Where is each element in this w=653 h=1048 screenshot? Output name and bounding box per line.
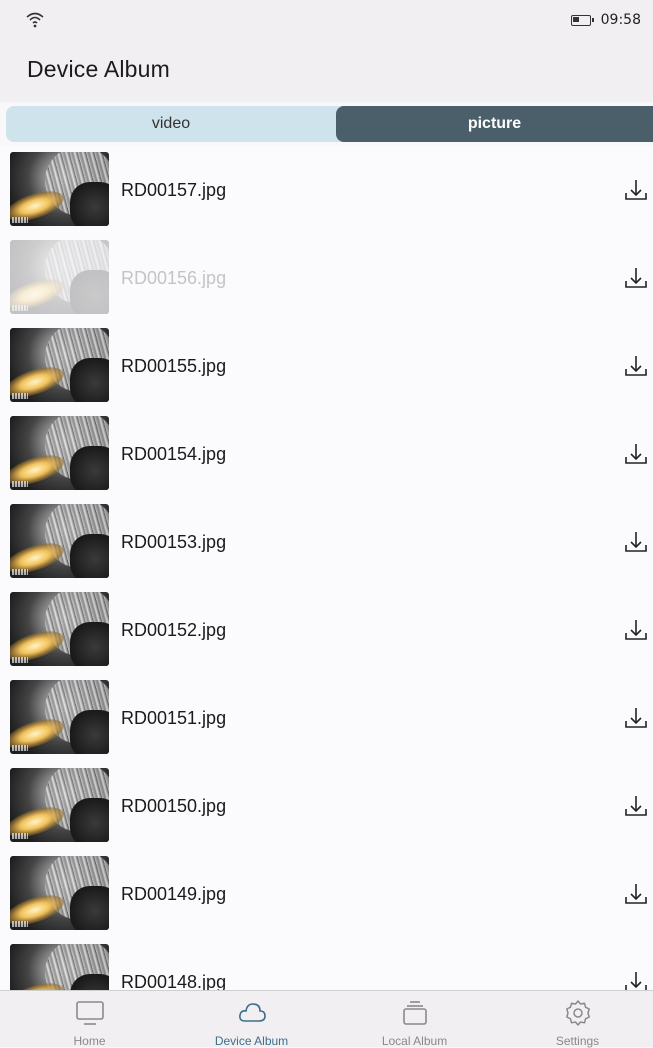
nav-settings[interactable]: Settings <box>496 991 653 1048</box>
stack-icon <box>402 1001 427 1025</box>
list-item[interactable]: RD00148.jpg <box>0 938 653 990</box>
file-name: RD00148.jpg <box>121 972 227 990</box>
nav-device-album[interactable]: Device Album <box>170 991 333 1048</box>
image-thumbnail[interactable] <box>10 328 109 402</box>
file-name: RD00149.jpg <box>121 884 227 904</box>
download-icon[interactable] <box>624 266 648 290</box>
image-thumbnail[interactable] <box>10 768 109 842</box>
page-title: Device Album <box>27 56 171 82</box>
image-thumbnail[interactable] <box>10 592 109 666</box>
download-icon[interactable] <box>624 618 648 642</box>
image-thumbnail[interactable] <box>10 680 109 754</box>
list-item[interactable]: RD00149.jpg <box>0 850 653 938</box>
file-list[interactable]: RD00157.jpg RD00156.jpg RD00155.jpg RD00154… <box>0 146 653 990</box>
list-item[interactable]: RD00152.jpg <box>0 586 653 674</box>
download-icon[interactable] <box>624 706 648 730</box>
image-thumbnail[interactable] <box>10 416 109 490</box>
download-icon[interactable] <box>624 882 648 906</box>
file-name: RD00157.jpg <box>121 180 227 200</box>
wifi-icon <box>26 12 44 28</box>
nav-local-album[interactable]: Local Album <box>333 991 496 1048</box>
file-name: RD00156.jpg <box>121 268 227 288</box>
status-bar: 09:58 <box>0 0 653 44</box>
app-bar: Device Album <box>0 44 653 102</box>
download-icon[interactable] <box>624 530 648 554</box>
gear-icon <box>565 1000 590 1026</box>
image-thumbnail[interactable] <box>10 240 109 314</box>
image-thumbnail[interactable] <box>10 504 109 578</box>
file-name: RD00153.jpg <box>121 532 227 552</box>
download-icon[interactable] <box>624 794 648 818</box>
battery-icon <box>570 14 594 26</box>
status-right: 09:58 <box>570 12 641 28</box>
list-item[interactable]: RD00153.jpg <box>0 498 653 586</box>
download-icon[interactable] <box>624 442 648 466</box>
status-time: 09:58 <box>600 12 641 28</box>
media-type-tabs: video picture <box>6 106 653 142</box>
list-item[interactable]: RD00155.jpg <box>0 322 653 410</box>
list-item[interactable]: RD00157.jpg <box>0 146 653 234</box>
file-name: RD00152.jpg <box>121 620 227 640</box>
list-item[interactable]: RD00150.jpg <box>0 762 653 850</box>
tab-picture[interactable]: picture <box>336 106 653 142</box>
nav-home[interactable]: Home <box>8 991 171 1048</box>
list-item[interactable]: RD00156.jpg <box>0 234 653 322</box>
cloud-icon <box>238 1003 266 1022</box>
monitor-icon <box>75 1001 104 1025</box>
list-item[interactable]: RD00154.jpg <box>0 410 653 498</box>
image-thumbnail[interactable] <box>10 856 109 930</box>
tab-video[interactable]: video <box>6 106 336 142</box>
download-icon[interactable] <box>624 354 648 378</box>
file-name: RD00154.jpg <box>121 444 227 464</box>
image-thumbnail[interactable] <box>10 152 109 226</box>
file-name: RD00155.jpg <box>121 356 227 376</box>
download-icon[interactable] <box>624 970 648 990</box>
list-item[interactable]: RD00151.jpg <box>0 674 653 762</box>
file-name: RD00151.jpg <box>121 708 227 728</box>
file-name: RD00150.jpg <box>121 796 227 816</box>
image-thumbnail[interactable] <box>10 944 109 990</box>
bottom-nav: Home Device Album Local Album Settings <box>0 990 653 1048</box>
download-icon[interactable] <box>624 178 648 202</box>
